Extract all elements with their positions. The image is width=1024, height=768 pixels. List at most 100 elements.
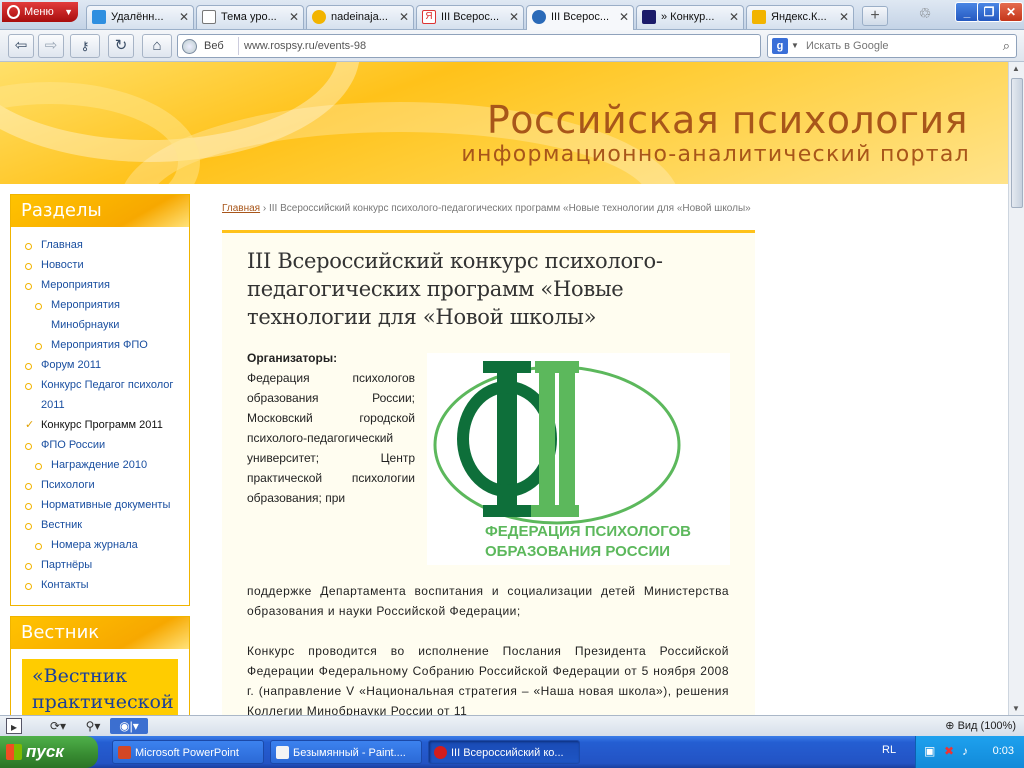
sidebar-link[interactable]: Новости bbox=[41, 259, 84, 271]
opera-menu-label: Меню bbox=[24, 6, 54, 18]
language-indicator[interactable]: RL bbox=[882, 744, 896, 756]
sidebar-item[interactable]: Контакты bbox=[11, 575, 189, 595]
sidebar-link[interactable]: ФПО России bbox=[41, 439, 105, 451]
task-paint[interactable]: Безымянный - Paint.... bbox=[270, 740, 422, 764]
close-icon[interactable]: ✕ bbox=[399, 6, 409, 28]
back-button[interactable]: ⇦ bbox=[8, 34, 34, 58]
sidebar-link[interactable]: Нормативные документы bbox=[41, 499, 170, 511]
maximize-button[interactable]: ❐ bbox=[977, 2, 1001, 22]
sidebar-link[interactable]: Номера журнала bbox=[51, 539, 138, 551]
sidebar-item[interactable]: Награждение 2010 bbox=[11, 455, 189, 475]
share-icon[interactable]: ⚲▾ bbox=[80, 718, 106, 734]
sidebar-link[interactable]: Конкурс Программ 2011 bbox=[41, 419, 163, 431]
security-icon[interactable]: ✖ bbox=[944, 744, 954, 758]
sidebar-item[interactable]: Форум 2011 bbox=[11, 355, 189, 375]
trash-icon[interactable]: ♲ bbox=[915, 5, 935, 25]
minimize-button[interactable]: _ bbox=[955, 2, 979, 22]
bullet-icon bbox=[25, 363, 32, 370]
forward-button[interactable]: ⇨ bbox=[38, 34, 64, 58]
sidebar-link[interactable]: Мероприятия bbox=[41, 279, 110, 291]
sidebar-link[interactable]: Форум 2011 bbox=[41, 359, 101, 371]
organizers-block: Организаторы: Федерация психологов образ… bbox=[247, 348, 415, 508]
sidebar-link[interactable]: Психологи bbox=[41, 479, 95, 491]
sidebar-item[interactable]: Главная bbox=[11, 235, 189, 255]
turbo-icon[interactable]: ◉|▾ bbox=[110, 718, 148, 734]
google-icon[interactable]: g bbox=[772, 38, 788, 54]
sidebar-item[interactable]: Мероприятия ФПО bbox=[11, 335, 189, 355]
network-icon[interactable]: ▣ bbox=[924, 744, 935, 758]
vestnik-heading: Вестник bbox=[11, 617, 189, 649]
sidebar-link[interactable]: Главная bbox=[41, 239, 83, 251]
reload-button[interactable]: ↻ bbox=[108, 34, 134, 58]
opera-menu-button[interactable]: Меню ▼ bbox=[2, 2, 78, 22]
search-box[interactable]: g ▼ ⌕ bbox=[767, 34, 1017, 58]
bullet-icon bbox=[35, 343, 42, 350]
sidebar-item[interactable]: Партнёры bbox=[11, 555, 189, 575]
sidebar-link[interactable]: Вестник bbox=[41, 519, 82, 531]
sidebar-item[interactable]: Психологи bbox=[11, 475, 189, 495]
start-button[interactable]: пуск bbox=[0, 736, 98, 768]
task-powerpoint[interactable]: Microsoft PowerPoint bbox=[112, 740, 264, 764]
tab-6[interactable]: » Конкур... ✕ bbox=[636, 5, 744, 29]
search-icon[interactable]: ⌕ bbox=[1003, 35, 1010, 57]
scroll-up-icon[interactable]: ▲ bbox=[1012, 64, 1020, 73]
sidebar-item[interactable]: ФПО России bbox=[11, 435, 189, 455]
sidebar-item[interactable]: Номера журнала bbox=[11, 535, 189, 555]
key-icon[interactable]: ⚷ bbox=[70, 34, 100, 58]
scroll-thumb[interactable] bbox=[1011, 78, 1023, 208]
home-button[interactable]: ⌂ bbox=[142, 34, 172, 58]
sidebar-link[interactable]: Мероприятия Минобрнауки bbox=[51, 299, 120, 331]
close-icon[interactable]: ✕ bbox=[179, 6, 189, 28]
close-window-button[interactable]: ✕ bbox=[999, 2, 1023, 22]
organizers-continuation: поддержке Департамента воспитания и соци… bbox=[247, 584, 729, 618]
sidebar-item[interactable]: Новости bbox=[11, 255, 189, 275]
sync-icon[interactable]: ⟳▾ bbox=[44, 718, 72, 734]
tab-label: » Конкур... bbox=[661, 11, 715, 23]
vestnik-banner[interactable]: «Вестник практической bbox=[22, 659, 178, 715]
zoom-control[interactable]: ⊕ Вид (100%) bbox=[945, 718, 1016, 734]
clock[interactable]: 0:03 bbox=[993, 745, 1014, 757]
close-icon[interactable]: ✕ bbox=[289, 6, 299, 28]
tab-3[interactable]: nadeinaja... ✕ bbox=[306, 5, 414, 29]
bullet-icon bbox=[25, 243, 32, 250]
new-tab-button[interactable]: + bbox=[862, 6, 888, 26]
sidebar-link[interactable]: Конкурс Педагог психолог 2011 bbox=[41, 379, 173, 411]
sidebar-link[interactable]: Награждение 2010 bbox=[51, 459, 147, 471]
sidebar-item[interactable]: Вестник bbox=[11, 515, 189, 535]
close-icon[interactable]: ✕ bbox=[729, 6, 739, 28]
close-icon[interactable]: ✕ bbox=[619, 6, 629, 28]
address-field[interactable]: Веб www.rospsy.ru/events-98 bbox=[177, 34, 761, 58]
address-prefix: Веб bbox=[204, 40, 224, 52]
panel-toggle-icon[interactable]: ▸ bbox=[6, 718, 22, 734]
search-input[interactable] bbox=[806, 37, 986, 55]
scroll-down-icon[interactable]: ▼ bbox=[1012, 704, 1020, 713]
bullet-icon bbox=[25, 443, 32, 450]
sidebar-item[interactable]: Конкурс Педагог психолог 2011 bbox=[11, 375, 189, 415]
bullet-icon bbox=[25, 583, 32, 590]
sidebar-item[interactable]: Нормативные документы bbox=[11, 495, 189, 515]
volume-icon[interactable]: ♪ bbox=[962, 744, 968, 758]
chevron-down-icon[interactable]: ▼ bbox=[791, 35, 799, 57]
site-header: Российская психология информационно-анал… bbox=[0, 62, 1008, 184]
vertical-scrollbar[interactable]: ▲ ▼ bbox=[1008, 62, 1024, 715]
close-icon[interactable]: ✕ bbox=[509, 6, 519, 28]
sidebar-item[interactable]: Мероприятия Минобрнауки bbox=[11, 295, 189, 335]
tab-4[interactable]: Я III Всерос... ✕ bbox=[416, 5, 524, 29]
tab-1[interactable]: Удалённ... ✕ bbox=[86, 5, 194, 29]
page-title: III Всероссийский конкурс психолого-педа… bbox=[247, 249, 663, 329]
tab-7[interactable]: Яндекс.К... ✕ bbox=[746, 5, 854, 29]
tab-2[interactable]: Тема уро... ✕ bbox=[196, 5, 304, 29]
sidebar-link[interactable]: Партнёры bbox=[41, 559, 92, 571]
tab-bar: Меню ▼ Удалённ... ✕ Тема уро... ✕ nadein… bbox=[0, 0, 1024, 30]
status-bar: ▸ ⟳▾ ⚲▾ ◉|▾ ⊕ Вид (100%) bbox=[0, 715, 1024, 736]
task-opera[interactable]: III Всероссийский ко... bbox=[428, 740, 580, 764]
sidebar-item[interactable]: Мероприятия bbox=[11, 275, 189, 295]
bullet-icon bbox=[25, 383, 32, 390]
sidebar-item[interactable]: ✓ Конкурс Программ 2011 bbox=[11, 415, 189, 435]
logo-line-2: ОБРАЗОВАНИЯ РОССИИ bbox=[485, 543, 670, 560]
sidebar-link[interactable]: Контакты bbox=[41, 579, 89, 591]
close-icon[interactable]: ✕ bbox=[839, 6, 849, 28]
sidebar-link[interactable]: Мероприятия ФПО bbox=[51, 339, 148, 351]
breadcrumb-home-link[interactable]: Главная bbox=[222, 203, 260, 214]
tab-5-active[interactable]: III Всерос... ✕ bbox=[526, 5, 634, 30]
